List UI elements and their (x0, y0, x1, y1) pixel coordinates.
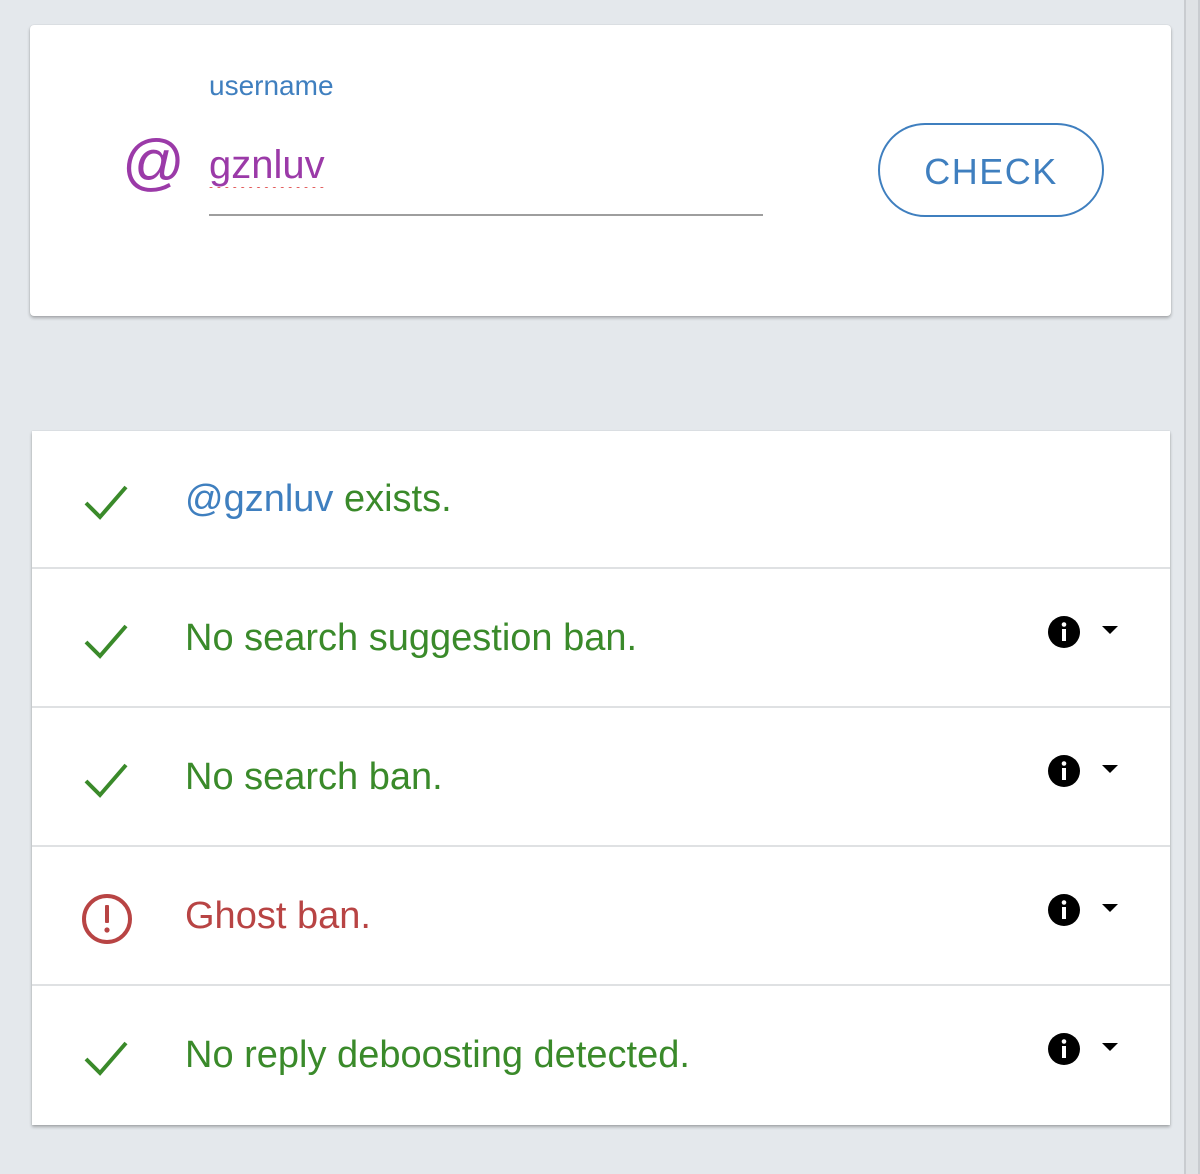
result-text: @gznluv exists. (185, 475, 452, 523)
chevron-down-icon[interactable] (1100, 763, 1120, 775)
result-row-reply-deboosting: No reply deboosting detected. (32, 987, 1170, 1125)
result-row-exists: @gznluv exists. (32, 431, 1170, 569)
chevron-down-icon[interactable] (1100, 1041, 1120, 1053)
result-label: Ghost ban. (185, 895, 371, 937)
result-row-search-suggestion-ban: No search suggestion ban. (32, 570, 1170, 708)
scrollbar[interactable] (1184, 0, 1200, 1174)
username-label: username (209, 70, 334, 101)
result-row-ghost-ban: Ghost ban. (32, 848, 1170, 986)
result-label: No search suggestion ban. (185, 617, 638, 659)
username-input[interactable] (209, 135, 761, 195)
username-underline (209, 214, 763, 216)
results-card: @gznluv exists. No search suggestion ban… (32, 431, 1170, 1125)
info-icon[interactable] (1047, 615, 1081, 649)
info-icon[interactable] (1047, 893, 1081, 927)
check-button[interactable]: CHECK (878, 123, 1104, 217)
chevron-down-icon[interactable] (1100, 902, 1120, 914)
check-icon (84, 1041, 128, 1076)
search-card: @ username CHECK (30, 25, 1171, 316)
check-icon (84, 763, 128, 798)
result-label: No reply deboosting detected. (185, 1034, 690, 1076)
scrollbar-thumb[interactable] (1186, 0, 1198, 1174)
result-label: No search ban. (185, 756, 443, 798)
at-icon: @ (122, 128, 185, 197)
result-row-search-ban: No search ban. (32, 709, 1170, 847)
check-icon (84, 485, 128, 520)
alert-circle-icon (82, 894, 132, 944)
chevron-down-icon[interactable] (1100, 624, 1120, 636)
result-label: exists. (333, 478, 452, 520)
info-icon[interactable] (1047, 754, 1081, 788)
check-icon (84, 624, 128, 659)
result-handle[interactable]: @gznluv (185, 478, 333, 520)
info-icon[interactable] (1047, 1032, 1081, 1066)
